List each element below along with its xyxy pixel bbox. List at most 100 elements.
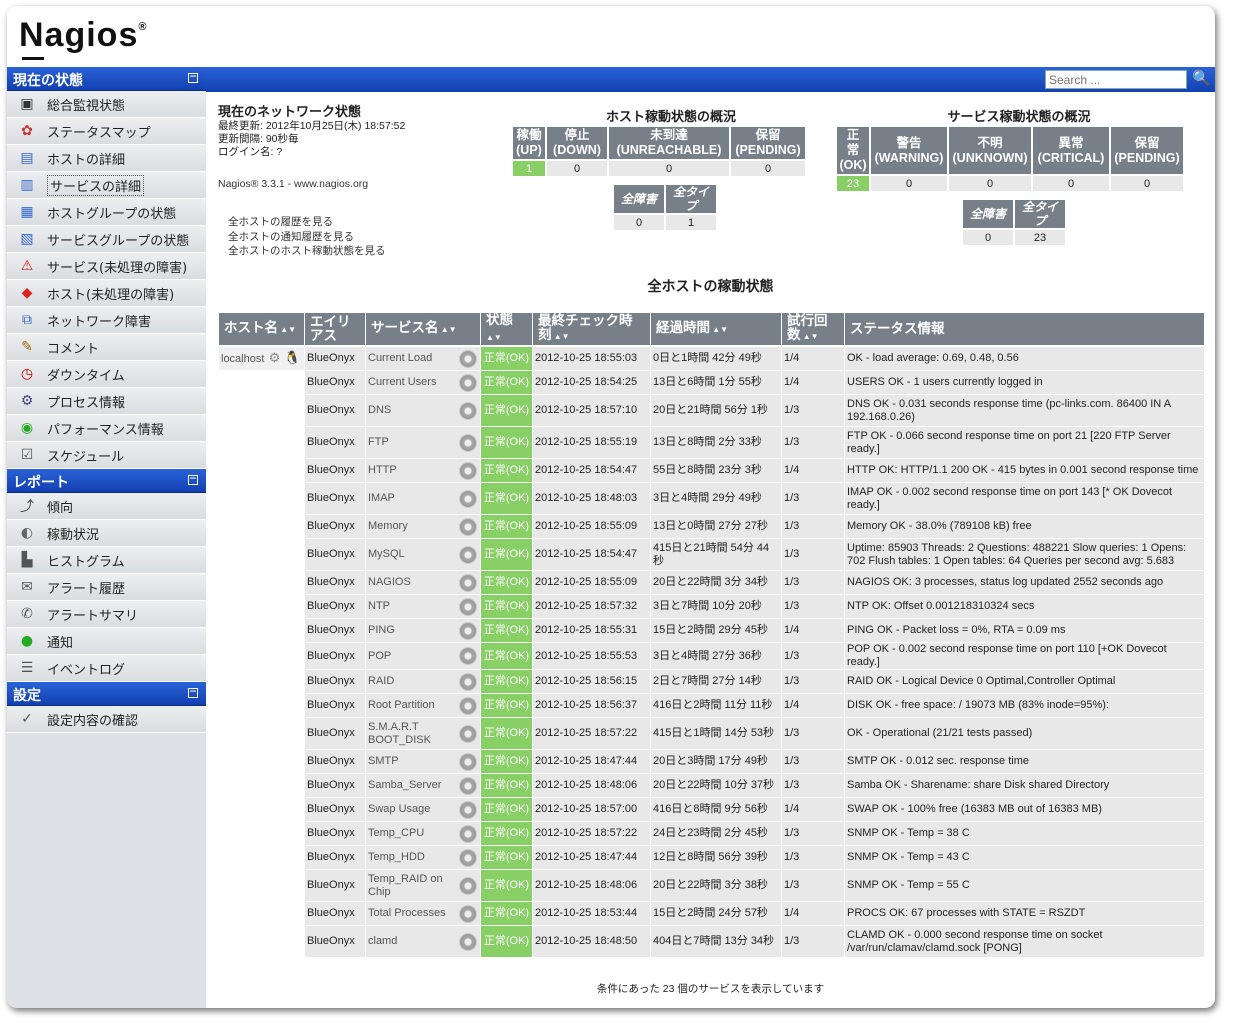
sidebar-item[interactable]: ✎ コメント — [7, 334, 206, 361]
sidebar-item[interactable]: ⧉ ネットワーク障害 — [7, 307, 206, 334]
summary-value[interactable]: 1 — [513, 161, 545, 176]
service-cell[interactable]: Total Processes — [366, 902, 480, 926]
sidebar-section-header[interactable]: レポート − — [7, 469, 206, 493]
service-cell[interactable]: S.M.A.R.T BOOT_DISK — [366, 718, 480, 750]
column-header[interactable]: 状態 ▲▼ — [481, 313, 532, 347]
service-cell[interactable]: PING — [366, 619, 480, 643]
service-cell[interactable]: HTTP — [366, 459, 480, 483]
sort-arrows-icon[interactable]: ▲▼ — [278, 325, 296, 334]
gear-icon[interactable] — [459, 776, 477, 795]
service-name-link[interactable]: Swap Usage — [368, 803, 430, 815]
service-name-link[interactable]: POP — [368, 650, 391, 662]
service-name-link[interactable]: Root Partition — [368, 699, 435, 711]
summary-header[interactable]: 保留 (PENDING) — [731, 127, 805, 159]
sidebar-item[interactable]: ▣ 総合監視状態 — [7, 91, 206, 118]
sort-arrows-icon[interactable]: ▲▼ — [801, 332, 819, 341]
gear-icon[interactable] — [459, 672, 477, 691]
service-cell[interactable]: Memory — [366, 515, 480, 539]
sort-arrows-icon[interactable]: ▲▼ — [439, 325, 457, 334]
service-cell[interactable]: SMTP — [366, 750, 480, 774]
version-text[interactable]: Nagios® 3.3.1 - www.nagios.org — [218, 178, 405, 191]
summary-header[interactable]: 警告 (WARNING) — [871, 127, 947, 174]
sidebar-item[interactable]: ▥ サービスの詳細 — [7, 172, 206, 199]
service-cell[interactable]: DNS — [366, 395, 480, 427]
service-name-link[interactable]: NTP — [368, 600, 390, 612]
sidebar-item[interactable]: ▤ ホストの詳細 — [7, 145, 206, 172]
sort-arrows-icon[interactable]: ▲▼ — [486, 333, 502, 342]
summary-value[interactable]: 0 — [1111, 176, 1183, 191]
column-header[interactable]: 最終チェック時刻 ▲▼ — [533, 313, 650, 347]
gear-icon[interactable] — [459, 349, 477, 368]
sidebar-item[interactable]: ◉ パフォーマンス情報 — [7, 415, 206, 442]
service-cell[interactable]: Temp_HDD — [366, 846, 480, 870]
service-cell[interactable]: clamd — [366, 926, 480, 958]
totals-header[interactable]: 全障害 — [963, 200, 1013, 228]
sort-arrows-icon[interactable]: ▲▼ — [710, 325, 728, 334]
gear-icon[interactable] — [459, 876, 477, 895]
totals-header[interactable]: 全障害 — [614, 185, 664, 213]
service-cell[interactable]: Samba_Server — [366, 774, 480, 798]
service-name-link[interactable]: Temp_RAID on Chip — [368, 873, 443, 898]
totals-header[interactable]: 全タイプ — [1015, 200, 1065, 228]
gear-icon[interactable] — [459, 696, 477, 715]
column-header[interactable]: エイリアス — [305, 313, 365, 347]
totals-value[interactable]: 0 — [963, 230, 1013, 245]
service-name-link[interactable]: IMAP — [368, 492, 395, 504]
totals-header[interactable]: 全タイプ — [666, 185, 716, 213]
sidebar-item[interactable]: ⚙ プロセス情報 — [7, 388, 206, 415]
service-name-link[interactable]: FTP — [368, 436, 389, 448]
sidebar-item[interactable]: ⤴ 傾向 — [7, 493, 206, 520]
sidebar-item[interactable]: ✉ アラート履歴 — [7, 574, 206, 601]
gear-icon[interactable]: ⚙ — [266, 351, 282, 367]
summary-header[interactable]: 不明 (UNKNOWN) — [949, 127, 1031, 174]
column-header[interactable]: 試行回数 ▲▼ — [782, 313, 844, 347]
gear-icon[interactable] — [459, 597, 477, 616]
column-header[interactable]: 経過時間 ▲▼ — [651, 313, 781, 347]
gear-icon[interactable] — [459, 433, 477, 452]
summary-value[interactable]: 0 — [609, 161, 729, 176]
summary-header[interactable]: 停止 (DOWN) — [547, 127, 607, 159]
sidebar-item[interactable]: ◆ ホスト(未処理の障害) — [7, 280, 206, 307]
service-name-link[interactable]: NAGIOS — [368, 576, 411, 588]
gear-icon[interactable] — [459, 545, 477, 564]
gear-icon[interactable] — [459, 904, 477, 923]
column-header[interactable]: サービス名 ▲▼ — [366, 313, 480, 347]
summary-value[interactable]: 0 — [871, 176, 947, 191]
gear-icon[interactable] — [459, 848, 477, 867]
collapse-icon[interactable]: − — [188, 475, 198, 485]
sidebar-item[interactable]: ◷ ダウンタイム — [7, 361, 206, 388]
summary-header[interactable]: 保留 (PENDING) — [1111, 127, 1183, 174]
sidebar-item[interactable]: ✓ 設定内容の確認 — [7, 706, 206, 733]
search-icon[interactable]: 🔍 — [1192, 69, 1211, 87]
sort-arrows-icon[interactable]: ▲▼ — [552, 332, 570, 341]
collapse-icon[interactable]: − — [188, 688, 198, 698]
service-cell[interactable]: POP — [366, 643, 480, 670]
service-name-link[interactable]: Total Processes — [368, 907, 446, 919]
service-name-link[interactable]: clamd — [368, 935, 397, 947]
service-cell[interactable]: Current Users — [366, 371, 480, 395]
service-name-link[interactable]: MySQL — [368, 548, 405, 560]
summary-header[interactable]: 稼働 (UP) — [513, 127, 545, 159]
link-host-notifications[interactable]: 全ホストの通知履歴を見る — [228, 230, 386, 245]
service-name-link[interactable]: Current Users — [368, 376, 436, 388]
totals-value[interactable]: 0 — [614, 215, 664, 230]
service-cell[interactable]: Root Partition — [366, 694, 480, 718]
gear-icon[interactable] — [459, 647, 477, 665]
search-input[interactable] — [1045, 70, 1187, 89]
service-name-link[interactable]: SMTP — [368, 755, 399, 767]
summary-header[interactable]: 正常 (OK) — [837, 127, 869, 174]
link-host-history[interactable]: 全ホストの履歴を見る — [228, 215, 386, 230]
gear-icon[interactable] — [459, 724, 477, 743]
sidebar-item[interactable]: ● 通知 — [7, 628, 206, 655]
gear-icon[interactable] — [459, 401, 477, 420]
totals-value[interactable]: 23 — [1015, 230, 1065, 245]
gear-icon[interactable] — [459, 373, 477, 392]
summary-value[interactable]: 0 — [547, 161, 607, 176]
nagios-logo[interactable]: Nagios® — [19, 16, 147, 61]
sidebar-item[interactable]: ☰ イベントログ — [7, 655, 206, 682]
service-cell[interactable]: MySQL — [366, 539, 480, 571]
service-cell[interactable]: NAGIOS — [366, 571, 480, 595]
sidebar-section-header[interactable]: 現在の状態 − — [7, 67, 206, 91]
column-header[interactable]: ホスト名 ▲▼ — [219, 313, 304, 347]
gear-icon[interactable] — [459, 824, 477, 843]
